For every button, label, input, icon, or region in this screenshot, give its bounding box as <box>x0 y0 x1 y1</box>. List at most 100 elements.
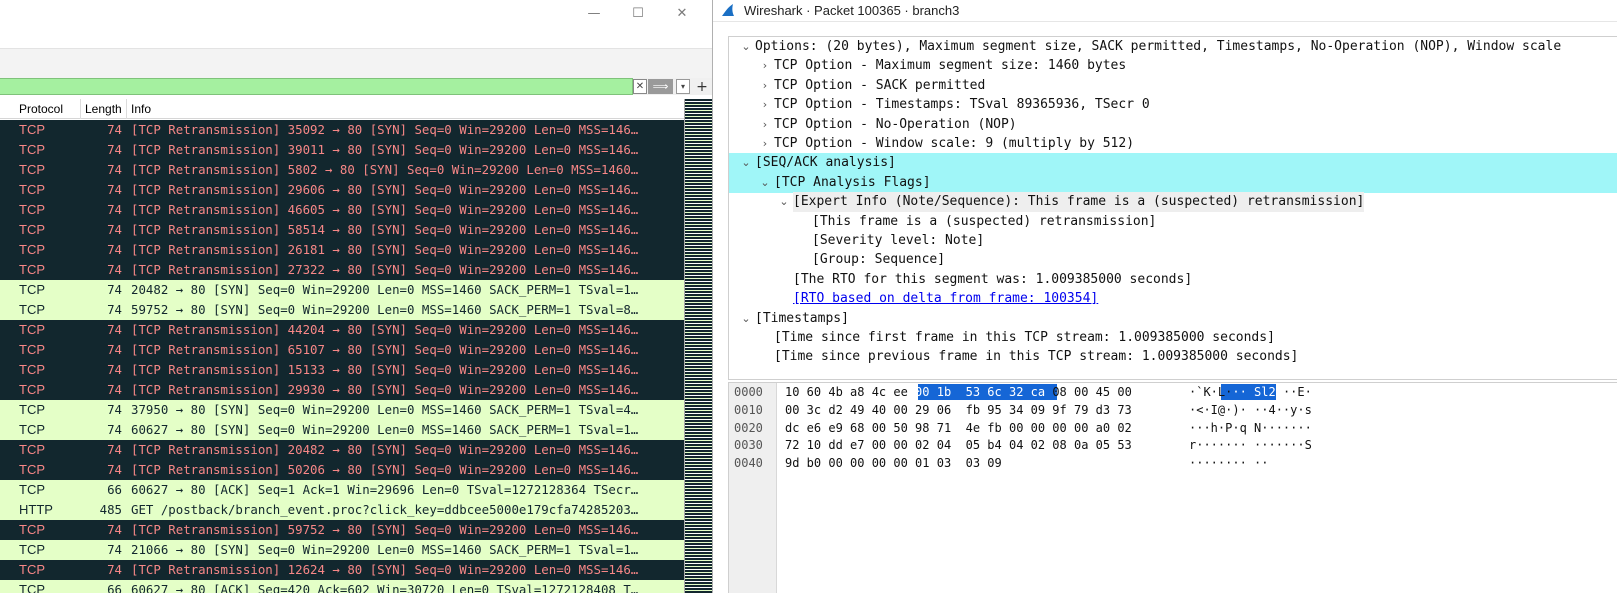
tree-item-label: [Timestamps] <box>755 310 849 326</box>
packet-protocol: TCP <box>19 382 45 397</box>
packet-row[interactable]: TCP 74 [TCP Retransmission] 15133 → 80 [SY… <box>0 360 684 380</box>
title-bar: — ☐ ✕ <box>0 0 712 48</box>
packet-list-minimap[interactable] <box>684 99 712 593</box>
packet-info: [TCP Retransmission] 59752 → 80 [SYN] Se… <box>131 522 639 537</box>
packet-row[interactable]: HTTP 485 GET /postback/branch_event.proc?c… <box>0 500 684 520</box>
column-header-info[interactable]: Info <box>127 99 684 119</box>
minimize-button[interactable]: — <box>572 0 616 26</box>
packet-row[interactable]: TCP 74 [TCP Retransmission] 46605 → 80 [SY… <box>0 200 684 220</box>
chevron-down-icon[interactable]: ⌄ <box>739 37 753 57</box>
packet-info: [TCP Retransmission] 15133 → 80 [SYN] Se… <box>131 362 639 377</box>
chevron-right-icon[interactable]: › <box>758 134 772 154</box>
packet-length: 74 <box>107 462 122 477</box>
packet-length: 74 <box>107 142 122 157</box>
packet-length: 74 <box>107 322 122 337</box>
packet-row[interactable]: TCP 74 [TCP Retransmission] 20482 → 80 [SY… <box>0 440 684 460</box>
packet-row[interactable]: TCP 74 20482 → 80 [SYN] Seq=0 Win=29200 Le… <box>0 280 684 300</box>
window-title: Wireshark · Packet 100365 · branch3 <box>744 3 960 18</box>
byte-hex: 10 60 4b a8 4c ee 00 1b 53 6c 32 ca 08 0… <box>785 385 1132 399</box>
chevron-right-icon[interactable]: › <box>758 115 772 135</box>
packet-row[interactable]: TCP 74 [TCP Retransmission] 29606 → 80 [SY… <box>0 180 684 200</box>
tree-item[interactable]: [RTO based on delta from frame: 100354] <box>729 289 1617 309</box>
tree-item[interactable]: › TCP Option - Timestamps: TSval 89365936… <box>729 95 1617 115</box>
chevron-down-icon[interactable]: ⌄ <box>777 192 791 212</box>
packet-protocol: TCP <box>19 422 45 437</box>
clear-filter-button[interactable]: ✕ <box>633 79 647 94</box>
packet-length: 74 <box>107 302 122 317</box>
packet-row[interactable]: TCP 74 21066 → 80 [SYN] Seq=0 Win=29200 Le… <box>0 540 684 560</box>
tree-item-label[interactable]: [RTO based on delta from frame: 100354] <box>793 289 1098 309</box>
chevron-right-icon[interactable]: › <box>758 56 772 76</box>
packet-row[interactable]: TCP 66 60627 → 80 [ACK] Seq=420 Ack=602 Wi… <box>0 580 684 593</box>
packet-row[interactable]: TCP 74 [TCP Retransmission] 12624 → 80 [SY… <box>0 560 684 580</box>
maximize-button[interactable]: ☐ <box>616 0 660 26</box>
packet-info: 59752 → 80 [SYN] Seq=0 Win=29200 Len=0 M… <box>131 302 639 317</box>
tree-item[interactable]: ⌄ [SEQ/ACK analysis] <box>729 153 1617 174</box>
packet-row[interactable]: TCP 74 [TCP Retransmission] 27322 → 80 [SY… <box>0 260 684 280</box>
packet-row[interactable]: TCP 74 59752 → 80 [SYN] Seq=0 Win=29200 Le… <box>0 300 684 320</box>
packet-row[interactable]: TCP 74 [TCP Retransmission] 39011 → 80 [SY… <box>0 140 684 160</box>
chevron-down-icon: ▾ <box>680 82 685 91</box>
title-bar: Wireshark · Packet 100365 · branch3 <box>713 0 1617 22</box>
wireshark-fin-icon <box>722 4 734 16</box>
chevron-down-icon[interactable]: ⌄ <box>739 309 753 329</box>
recent-filters-dropdown[interactable]: ▾ <box>676 79 690 94</box>
tree-item-label: [This frame is a (suspected) retransmiss… <box>812 213 1157 229</box>
tree-item[interactable]: [The RTO for this segment was: 1.0093850… <box>729 270 1617 290</box>
tree-item-label: [TCP Analysis Flags] <box>774 174 931 190</box>
close-button[interactable]: ✕ <box>660 0 704 26</box>
packet-protocol: TCP <box>19 302 45 317</box>
tree-item[interactable]: › TCP Option - Window scale: 9 (multiply … <box>729 134 1617 154</box>
packet-list-window: — ☐ ✕ ✕ ⟹ ▾ + Protocol Length Info TCP 74… <box>0 0 712 593</box>
byte-hex: dc e6 e9 68 00 50 98 71 4e fb 00 00 00 0… <box>785 420 1132 435</box>
packet-bytes-pane: 0000 10 60 4b a8 4c ee 00 1b 53 6c 32 ca … <box>728 382 1617 593</box>
packet-length: 74 <box>107 422 122 437</box>
tree-item[interactable]: › TCP Option - Maximum segment size: 1460… <box>729 56 1617 76</box>
packet-row[interactable]: TCP 74 [TCP Retransmission] 5802 → 80 [SYN… <box>0 160 684 180</box>
column-header-protocol[interactable]: Protocol <box>15 99 81 119</box>
packet-row[interactable]: TCP 74 [TCP Retransmission] 59752 → 80 [SY… <box>0 520 684 540</box>
column-header-length[interactable]: Length <box>81 99 127 119</box>
tree-item[interactable]: [Time since previous frame in this TCP s… <box>729 347 1617 367</box>
tree-item[interactable]: › TCP Option - No-Operation (NOP) <box>729 115 1617 135</box>
chevron-down-icon[interactable]: ⌄ <box>739 153 753 173</box>
tree-item[interactable]: ⌄ [Expert Info (Note/Sequence): This fram… <box>729 192 1617 213</box>
packet-row[interactable]: TCP 74 37950 → 80 [SYN] Seq=0 Win=29200 Le… <box>0 400 684 420</box>
packet-info: [TCP Retransmission] 46605 → 80 [SYN] Se… <box>131 202 639 217</box>
packet-length: 66 <box>107 482 122 497</box>
packet-info: 37950 → 80 [SYN] Seq=0 Win=29200 Len=0 M… <box>131 402 639 417</box>
packet-length: 74 <box>107 262 122 277</box>
packet-row[interactable]: TCP 74 [TCP Retransmission] 65107 → 80 [SY… <box>0 340 684 360</box>
byte-offset: 0020 <box>734 420 763 435</box>
add-filter-button[interactable]: + <box>694 79 710 95</box>
packet-row[interactable]: TCP 74 [TCP Retransmission] 50206 → 80 [SY… <box>0 460 684 480</box>
chevron-down-icon[interactable]: ⌄ <box>758 173 772 193</box>
apply-filter-button[interactable]: ⟹ <box>648 79 673 94</box>
packet-row[interactable]: TCP 74 60627 → 80 [SYN] Seq=0 Win=29200 Le… <box>0 420 684 440</box>
byte-offset: 0040 <box>734 456 763 471</box>
byte-ascii: r······· ·······S <box>1189 438 1312 453</box>
tree-item[interactable]: [Severity level: Note] <box>729 231 1617 251</box>
chevron-right-icon[interactable]: › <box>758 76 772 96</box>
packet-row[interactable]: TCP 66 60627 → 80 [ACK] Seq=1 Ack=1 Win=29… <box>0 480 684 500</box>
packet-row[interactable]: TCP 74 [TCP Retransmission] 44204 → 80 [SY… <box>0 320 684 340</box>
tree-item[interactable]: [Time since first frame in this TCP stre… <box>729 328 1617 348</box>
chevron-right-icon[interactable]: › <box>758 95 772 115</box>
tree-item[interactable]: ⌄ Options: (20 bytes), Maximum segment si… <box>729 37 1617 57</box>
tree-item[interactable]: ⌄ [Timestamps] <box>729 309 1617 329</box>
tree-item[interactable]: [Group: Sequence] <box>729 250 1617 270</box>
packet-row[interactable]: TCP 74 [TCP Retransmission] 58514 → 80 [SY… <box>0 220 684 240</box>
tree-item[interactable]: [This frame is a (suspected) retransmiss… <box>729 212 1617 232</box>
packet-row[interactable]: TCP 74 [TCP Retransmission] 29930 → 80 [SY… <box>0 380 684 400</box>
packet-row[interactable]: TCP 74 [TCP Retransmission] 26181 → 80 [SY… <box>0 240 684 260</box>
byte-ascii: ···h·P·q N······· <box>1189 420 1312 435</box>
tree-item-label: TCP Option - SACK permitted <box>774 77 986 93</box>
packet-length: 74 <box>107 122 122 137</box>
display-filter-input[interactable] <box>0 78 633 95</box>
packet-info: 60627 → 80 [ACK] Seq=1 Ack=1 Win=29696 L… <box>131 482 639 497</box>
tree-item[interactable]: ⌄ [TCP Analysis Flags] <box>729 172 1617 193</box>
clear-icon: ✕ <box>635 81 645 92</box>
packet-row[interactable]: TCP 74 [TCP Retransmission] 35092 → 80 [SY… <box>0 120 684 140</box>
packet-protocol: TCP <box>19 442 45 457</box>
tree-item[interactable]: › TCP Option - SACK permitted <box>729 76 1617 96</box>
